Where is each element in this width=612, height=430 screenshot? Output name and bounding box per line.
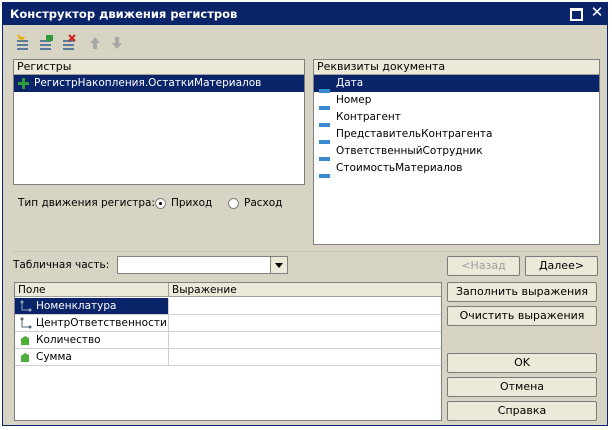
- field-label: Количество: [36, 334, 101, 346]
- maximize-icon[interactable]: [570, 8, 583, 21]
- column-header-expression[interactable]: Выражение: [169, 283, 441, 297]
- list-item[interactable]: ПредставительКонтрагента: [314, 126, 599, 144]
- list-item[interactable]: Номер: [314, 92, 599, 110]
- field-label: Сумма: [36, 351, 72, 363]
- document-attributes-list[interactable]: Реквизиты документа Дата Номер Контраген…: [313, 59, 600, 245]
- radio-expense[interactable]: [228, 198, 239, 209]
- resource-icon: [20, 352, 30, 368]
- expression-cell[interactable]: [169, 315, 441, 331]
- cancel-button[interactable]: Отмена: [447, 377, 597, 397]
- expression-cell[interactable]: [169, 332, 441, 348]
- attributes-header: Реквизиты документа: [314, 60, 599, 75]
- window-title: Конструктор движения регистров: [10, 7, 238, 21]
- attribute-label: ОтветственныйСотрудник: [336, 145, 483, 157]
- close-icon[interactable]: ✕: [590, 5, 604, 20]
- clear-expressions-button[interactable]: Очистить выражения: [447, 306, 597, 326]
- chevron-down-icon[interactable]: [270, 257, 287, 273]
- radio-expense-label[interactable]: Расход: [244, 197, 282, 209]
- expression-cell[interactable]: [169, 298, 441, 314]
- expression-cell[interactable]: [169, 349, 441, 365]
- attribute-label: Номер: [336, 94, 372, 106]
- radio-income-label[interactable]: Приход: [171, 197, 212, 209]
- attribute-label: Контрагент: [336, 111, 401, 123]
- mapping-grid[interactable]: Поле Выражение Номенклатура ЦентрОтветст…: [14, 282, 442, 421]
- list-item[interactable]: РегистрНакопления.ОстаткиМатериалов: [14, 75, 304, 92]
- column-header-field[interactable]: Поле: [15, 283, 169, 297]
- edit-register-icon[interactable]: [37, 34, 55, 52]
- tabular-part-label: Табличная часть:: [13, 259, 110, 271]
- attribute-label: ПредставительКонтрагента: [336, 128, 493, 140]
- registers-header: Регистры: [14, 60, 304, 75]
- field-cell[interactable]: Количество: [15, 332, 169, 348]
- table-row[interactable]: Номенклатура: [15, 298, 441, 315]
- registers-list[interactable]: Регистры РегистрНакопления.ОстаткиМатери…: [13, 59, 305, 185]
- ok-button[interactable]: OK: [447, 353, 597, 373]
- list-item[interactable]: СтоимостьМатериалов: [314, 160, 599, 178]
- table-row[interactable]: Сумма: [15, 349, 441, 366]
- help-button[interactable]: Справка: [447, 401, 597, 421]
- next-button[interactable]: Далее>: [525, 256, 598, 276]
- list-item[interactable]: Контрагент: [314, 109, 599, 127]
- attribute-icon: [319, 167, 330, 184]
- table-row[interactable]: Количество: [15, 332, 441, 349]
- list-item[interactable]: ОтветственныйСотрудник: [314, 143, 599, 161]
- field-cell[interactable]: Сумма: [15, 349, 169, 365]
- register-label: РегистрНакопления.ОстаткиМатериалов: [34, 77, 262, 89]
- divider: [13, 251, 601, 252]
- movement-type-label: Тип движения регистра:: [18, 197, 155, 209]
- attribute-label: СтоимостьМатериалов: [336, 162, 463, 174]
- arrow-up-icon[interactable]: [86, 34, 104, 52]
- constructor-dialog: Конструктор движения регистров ✕ Регистр…: [2, 2, 608, 426]
- tabular-part-select[interactable]: [117, 256, 288, 274]
- field-cell[interactable]: ЦентрОтветственности: [15, 315, 169, 331]
- list-item[interactable]: Дата: [314, 75, 599, 93]
- delete-register-icon[interactable]: [60, 34, 78, 52]
- radio-income[interactable]: [155, 198, 166, 209]
- arrow-down-icon[interactable]: [108, 34, 126, 52]
- field-label: Номенклатура: [36, 300, 117, 312]
- field-cell[interactable]: Номенклатура: [15, 298, 169, 314]
- fill-expressions-button[interactable]: Заполнить выражения: [447, 282, 597, 302]
- plus-icon: [18, 78, 29, 95]
- back-button[interactable]: <Назад: [447, 256, 520, 276]
- attribute-label: Дата: [336, 77, 364, 89]
- add-register-icon[interactable]: [14, 34, 32, 52]
- table-row[interactable]: ЦентрОтветственности: [15, 315, 441, 332]
- field-label: ЦентрОтветственности: [36, 317, 167, 329]
- title-bar[interactable]: Конструктор движения регистров ✕: [3, 3, 607, 25]
